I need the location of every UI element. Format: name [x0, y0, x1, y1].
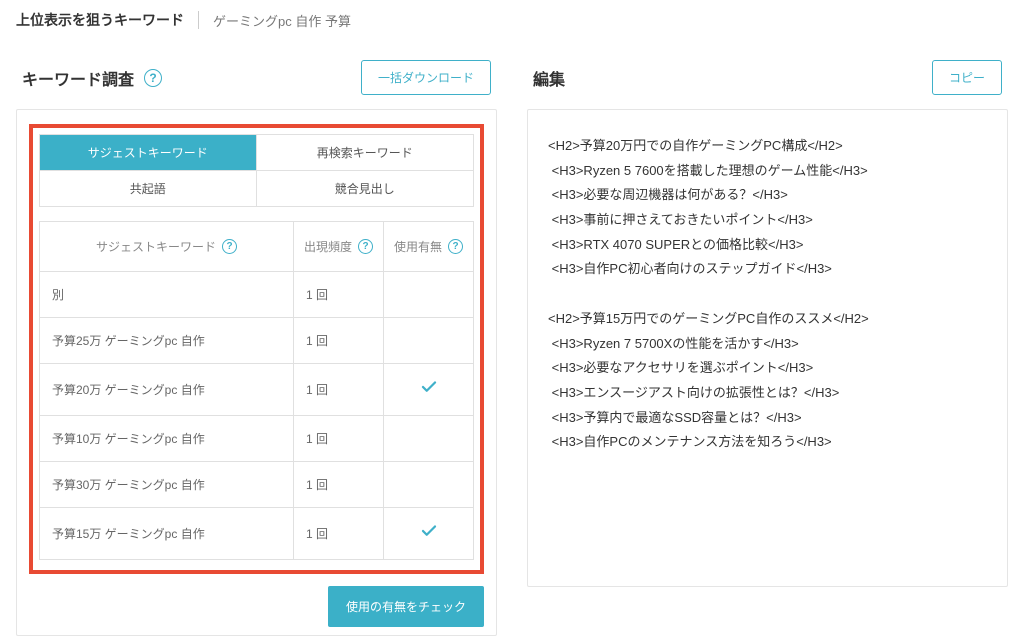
col-keyword: サジェストキーワード ? — [40, 222, 294, 272]
right-panel-title-text: 編集 — [533, 66, 565, 90]
copy-button[interactable]: コピー — [932, 60, 1002, 95]
check-icon — [420, 383, 438, 400]
used-cell — [384, 364, 474, 416]
header-label: 上位表示を狙うキーワード — [16, 10, 184, 30]
left-panel-title: キーワード調査 ? — [22, 66, 162, 90]
check-icon — [420, 527, 438, 544]
header-keyword: ゲーミングpc 自作 予算 — [213, 11, 351, 30]
col-used: 使用有無 ? — [384, 222, 474, 272]
tab-suggest-keyword[interactable]: サジェストキーワード — [40, 135, 257, 171]
used-cell — [384, 272, 474, 318]
table-row: 別1 回 — [40, 272, 474, 318]
highlight-frame: サジェストキーワード 再検索キーワード 共起語 競合見出し サジェストキーワード… — [29, 124, 484, 574]
keyword-cell: 予算10万 ゲーミングpc 自作 — [40, 416, 294, 462]
frequency-cell: 1 回 — [294, 364, 384, 416]
used-cell — [384, 318, 474, 364]
tab-research-keyword[interactable]: 再検索キーワード — [257, 135, 474, 171]
table-row: 予算10万 ゲーミングpc 自作1 回 — [40, 416, 474, 462]
table-row: 予算25万 ゲーミングpc 自作1 回 — [40, 318, 474, 364]
used-cell — [384, 508, 474, 560]
keyword-research-panel: キーワード調査 ? 一括ダウンロード サジェストキーワード 再検索キーワード 共… — [16, 50, 497, 636]
editor-textarea[interactable]: <H2>予算20万円での自作ゲーミングPC構成</H2> <H3>Ryzen 5… — [527, 109, 1008, 587]
frequency-cell: 1 回 — [294, 462, 384, 508]
col-frequency-label: 出現頻度 — [304, 238, 352, 255]
table-row: 予算15万 ゲーミングpc 自作1 回 — [40, 508, 474, 560]
keyword-cell: 予算20万 ゲーミングpc 自作 — [40, 364, 294, 416]
table-row: 予算20万 ゲーミングpc 自作1 回 — [40, 364, 474, 416]
keyword-cell: 予算30万 ゲーミングpc 自作 — [40, 462, 294, 508]
tab-competitor-headings[interactable]: 競合見出し — [257, 171, 474, 206]
used-cell — [384, 462, 474, 508]
bulk-download-button[interactable]: 一括ダウンロード — [361, 60, 491, 95]
used-cell — [384, 416, 474, 462]
table-row: 予算30万 ゲーミングpc 自作1 回 — [40, 462, 474, 508]
col-used-label: 使用有無 — [394, 238, 442, 255]
left-panel-title-text: キーワード調査 — [22, 66, 134, 90]
frequency-cell: 1 回 — [294, 272, 384, 318]
frequency-cell: 1 回 — [294, 508, 384, 560]
editor-panel: 編集 コピー <H2>予算20万円での自作ゲーミングPC構成</H2> <H3>… — [527, 50, 1008, 636]
keyword-tabs: サジェストキーワード 再検索キーワード 共起語 競合見出し — [39, 134, 474, 207]
help-icon[interactable]: ? — [448, 239, 463, 254]
check-usage-button[interactable]: 使用の有無をチェック — [328, 586, 484, 627]
keyword-cell: 別 — [40, 272, 294, 318]
help-icon[interactable]: ? — [144, 69, 162, 87]
page-header: 上位表示を狙うキーワード ゲーミングpc 自作 予算 — [0, 0, 1024, 50]
col-frequency: 出現頻度 ? — [294, 222, 384, 272]
help-icon[interactable]: ? — [222, 239, 237, 254]
col-keyword-label: サジェストキーワード — [96, 238, 216, 255]
header-divider — [198, 11, 199, 29]
frequency-cell: 1 回 — [294, 416, 384, 462]
keyword-cell: 予算15万 ゲーミングpc 自作 — [40, 508, 294, 560]
help-icon[interactable]: ? — [358, 239, 373, 254]
tab-cooccurrence[interactable]: 共起語 — [40, 171, 257, 206]
keyword-table: サジェストキーワード ? 出現頻度 ? — [39, 221, 474, 560]
right-panel-title: 編集 — [533, 66, 565, 90]
frequency-cell: 1 回 — [294, 318, 384, 364]
keyword-cell: 予算25万 ゲーミングpc 自作 — [40, 318, 294, 364]
